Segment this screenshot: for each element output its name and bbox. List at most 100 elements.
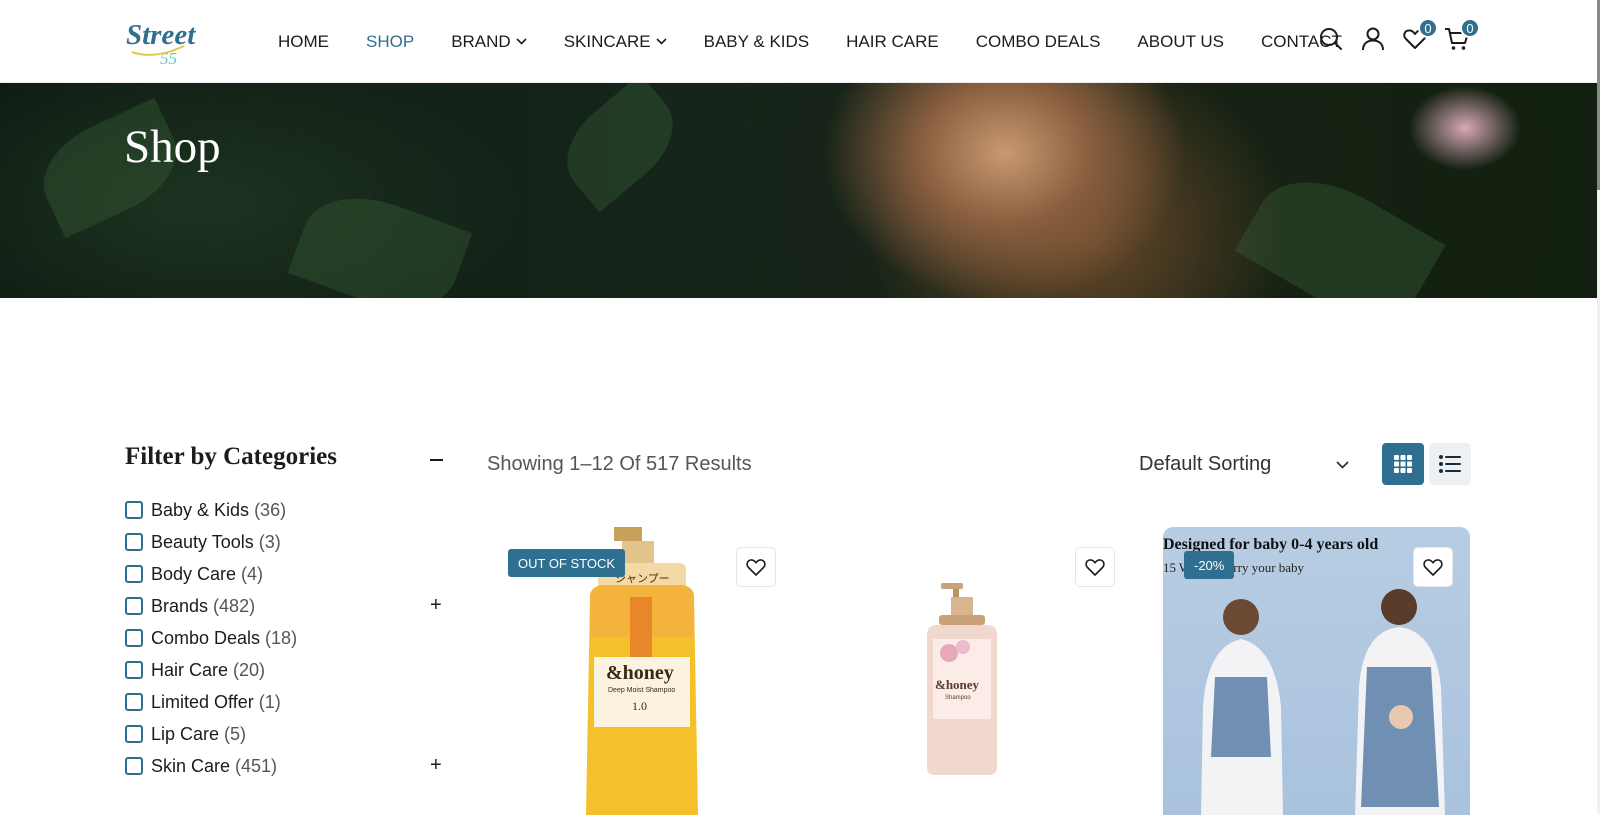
category-name: Brands bbox=[151, 595, 209, 616]
add-to-wishlist-button[interactable] bbox=[1413, 547, 1453, 587]
list-view-button[interactable] bbox=[1429, 443, 1471, 485]
product-card[interactable]: Designed for baby 0-4 years old 15 Wrry … bbox=[1163, 527, 1470, 815]
nav-shop[interactable]: SHOP bbox=[366, 32, 414, 52]
category-name: Hair Care bbox=[151, 659, 229, 680]
site-logo[interactable]: Street 55 bbox=[124, 14, 200, 68]
add-to-wishlist-button[interactable] bbox=[1075, 547, 1115, 587]
product-version: 1.0 bbox=[632, 699, 647, 713]
category-list: Baby & Kids (36) Beauty Tools (3) Body Car… bbox=[125, 494, 450, 782]
category-name: Beauty Tools bbox=[151, 531, 254, 552]
expand-plus-icon[interactable]: + bbox=[430, 754, 442, 777]
category-checkbox[interactable] bbox=[125, 693, 143, 711]
category-name: Body Care bbox=[151, 563, 237, 584]
nav-combo-deals-label: COMBO DEALS bbox=[975, 31, 1101, 51]
category-item[interactable]: Baby & Kids (36) bbox=[125, 494, 450, 526]
category-name: Lip Care bbox=[151, 723, 220, 744]
heart-icon bbox=[1423, 559, 1443, 576]
category-item[interactable]: Skin Care (451) + bbox=[125, 750, 450, 782]
category-checkbox[interactable] bbox=[125, 533, 143, 551]
nav-hair-care-label: HAIR CARE bbox=[846, 31, 939, 51]
category-count: (5) bbox=[224, 723, 247, 744]
category-count: (20) bbox=[233, 659, 266, 680]
list-icon bbox=[1439, 455, 1461, 473]
site-header: Street 55 HOME SHOP BRAND SKINCARE BABY … bbox=[0, 0, 1597, 83]
discount-badge: -20% bbox=[1184, 551, 1235, 579]
wishlist-count-badge: 0 bbox=[1418, 18, 1438, 38]
grid-view-button[interactable] bbox=[1382, 443, 1424, 485]
main-nav: HOME SHOP BRAND SKINCARE BABY & KIDS HAI… bbox=[278, 0, 1379, 83]
category-item[interactable]: Body Care (4) bbox=[125, 558, 450, 590]
category-checkbox[interactable] bbox=[125, 501, 143, 519]
nav-skincare[interactable]: SKINCARE bbox=[564, 32, 667, 52]
category-count: (18) bbox=[265, 627, 298, 648]
category-name: Combo Deals bbox=[151, 627, 261, 648]
results-count: Showing 1–12 Of 517 Results bbox=[487, 453, 752, 475]
category-item[interactable]: Beauty Tools (3) bbox=[125, 526, 450, 558]
nav-shop-label: SHOP bbox=[366, 31, 415, 51]
product-card[interactable]: シャンプー &honey Deep Moist Shampoo 1.0 OUT … bbox=[502, 527, 809, 815]
leaf-shape bbox=[1234, 155, 1446, 298]
category-name: Skin Care bbox=[151, 755, 231, 776]
nav-brand-label: BRAND bbox=[451, 31, 511, 51]
nav-about-us[interactable]: ABOUT US bbox=[1137, 32, 1224, 52]
product-brand-text: &honey bbox=[935, 677, 980, 692]
chevron-down-icon bbox=[1336, 460, 1349, 469]
nav-home[interactable]: HOME bbox=[278, 32, 329, 52]
cart-count-badge: 0 bbox=[1460, 18, 1480, 38]
nav-baby-kids-label: BABY & KIDS bbox=[703, 31, 810, 51]
svg-text:Street: Street bbox=[126, 19, 196, 51]
category-count: (36) bbox=[254, 499, 287, 520]
category-checkbox[interactable] bbox=[125, 629, 143, 647]
nav-skincare-label: SKINCARE bbox=[563, 31, 651, 51]
nav-brand[interactable]: BRAND bbox=[451, 32, 527, 52]
sort-selected-label: Default Sorting bbox=[1139, 453, 1272, 475]
chevron-down-icon bbox=[516, 38, 527, 45]
category-checkbox[interactable] bbox=[125, 661, 143, 679]
nav-about-us-label: ABOUT US bbox=[1137, 31, 1225, 51]
expand-plus-icon[interactable]: + bbox=[430, 594, 442, 617]
category-item[interactable]: Limited Offer (1) bbox=[125, 686, 450, 718]
category-checkbox[interactable] bbox=[125, 757, 143, 775]
product-brand-text: &honey bbox=[606, 662, 674, 684]
category-checkbox[interactable] bbox=[125, 725, 143, 743]
nav-baby-kids[interactable]: BABY & KIDS bbox=[704, 32, 810, 52]
user-icon bbox=[1362, 27, 1384, 51]
category-count: (4) bbox=[241, 563, 264, 584]
wishlist-button[interactable]: 0 bbox=[1402, 18, 1438, 52]
grid-icon bbox=[1394, 455, 1412, 473]
category-item[interactable]: Hair Care (20) bbox=[125, 654, 450, 686]
filter-title: Filter by Categories bbox=[125, 443, 337, 470]
leaf-shape bbox=[548, 83, 692, 213]
account-button[interactable] bbox=[1360, 26, 1386, 52]
heart-icon bbox=[746, 559, 766, 576]
product-sub-text: Shampoo bbox=[945, 695, 971, 701]
add-to-wishlist-button[interactable] bbox=[736, 547, 776, 587]
nav-home-label: HOME bbox=[278, 31, 329, 51]
chevron-down-icon bbox=[656, 38, 667, 45]
promo-subline-end: rry your baby bbox=[1233, 560, 1305, 575]
category-count: (1) bbox=[258, 691, 281, 712]
header-actions: 0 0 bbox=[1318, 18, 1486, 52]
category-checkbox[interactable] bbox=[125, 565, 143, 583]
category-item[interactable]: Lip Care (5) bbox=[125, 718, 450, 750]
category-name: Limited Offer bbox=[151, 691, 254, 712]
sort-select[interactable]: Default Sorting bbox=[1139, 453, 1349, 476]
search-icon bbox=[1320, 28, 1342, 50]
category-name: Baby & Kids bbox=[151, 499, 250, 520]
cart-button[interactable]: 0 bbox=[1444, 18, 1480, 52]
heart-icon bbox=[1085, 559, 1105, 576]
nav-hair-care[interactable]: HAIR CARE bbox=[846, 32, 939, 52]
out-of-stock-badge: OUT OF STOCK bbox=[508, 549, 626, 577]
category-count: (451) bbox=[235, 755, 278, 776]
category-item[interactable]: Brands (482) + bbox=[125, 590, 450, 622]
nav-combo-deals[interactable]: COMBO DEALS bbox=[976, 32, 1101, 52]
hero-banner: Shop bbox=[0, 83, 1597, 298]
category-count: (3) bbox=[258, 531, 281, 552]
product-card[interactable]: &honey Shampoo bbox=[841, 527, 1148, 815]
category-count: (482) bbox=[213, 595, 256, 616]
search-button[interactable] bbox=[1318, 26, 1344, 52]
collapse-filter-button[interactable] bbox=[430, 459, 443, 461]
category-checkbox[interactable] bbox=[125, 597, 143, 615]
category-item[interactable]: Combo Deals (18) bbox=[125, 622, 450, 654]
product-sub-text: Deep Moist Shampoo bbox=[608, 687, 676, 694]
